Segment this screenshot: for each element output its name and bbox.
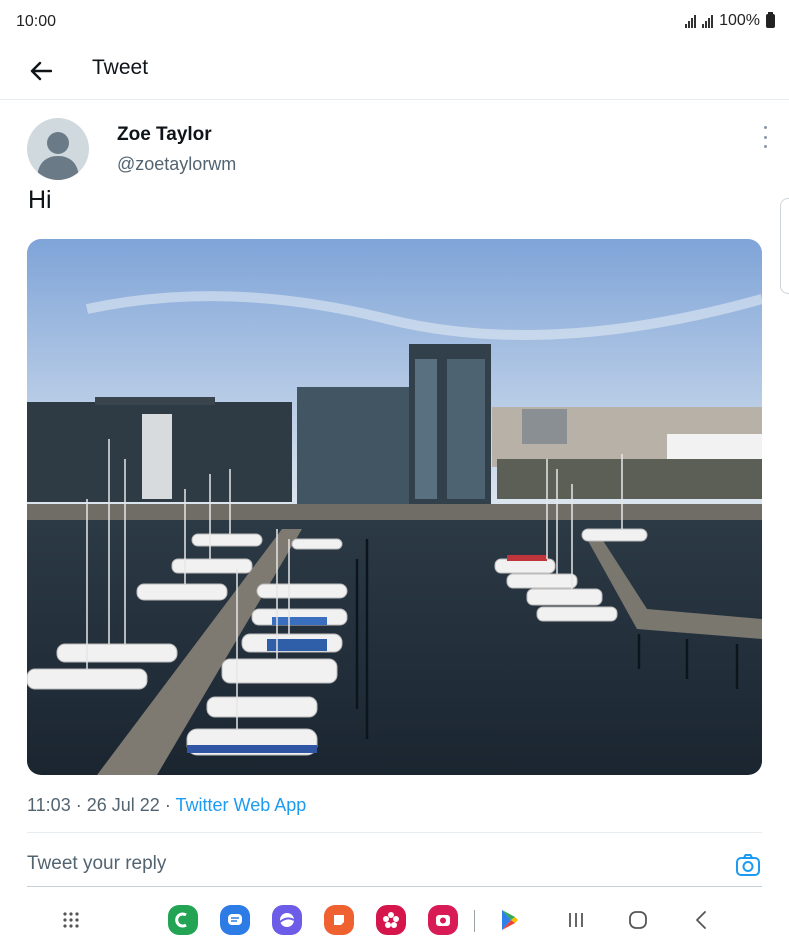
status-time: 10:00: [16, 13, 57, 30]
status-icons: 100%: [685, 12, 775, 30]
tweet-date: 26 Jul 22: [86, 795, 160, 815]
meta-separator-2: ·: [164, 795, 171, 815]
chevron-left-icon: [696, 911, 706, 929]
more-options-button[interactable]: [756, 126, 774, 148]
edge-panel-handle[interactable]: [780, 198, 789, 294]
battery-percent: 100%: [719, 12, 760, 29]
page-title: Tweet: [92, 56, 149, 79]
internet-app-icon[interactable]: [272, 905, 302, 935]
tweet-source-link[interactable]: Twitter Web App: [176, 795, 307, 815]
avatar[interactable]: [27, 118, 89, 180]
tweet-text: Hi: [28, 186, 52, 214]
tweet-meta: 11:03 · 26 Jul 22 · Twitter Web App: [27, 795, 306, 816]
status-bar: 10:00 100%: [0, 0, 789, 44]
camera-icon: [736, 854, 760, 876]
author-name[interactable]: Zoe Taylor: [117, 124, 212, 146]
app-drawer-button[interactable]: [56, 905, 86, 935]
phone-app-icon[interactable]: [168, 905, 198, 935]
harbour-photo: [27, 239, 762, 775]
camera-app-icon[interactable]: [428, 905, 458, 935]
system-nav-bar: [0, 892, 789, 948]
back-button[interactable]: [22, 52, 60, 90]
camera-button[interactable]: [734, 851, 762, 879]
blossom-app-icon[interactable]: [376, 905, 406, 935]
divider: [27, 832, 762, 833]
battery-icon: [766, 12, 775, 28]
recent-apps-button[interactable]: [561, 905, 591, 935]
system-back-button[interactable]: [686, 905, 716, 935]
tweet-time: 11:03: [27, 795, 71, 815]
default-avatar-icon: [37, 132, 79, 180]
signal-icon-2: [702, 14, 714, 28]
play-store-app-icon[interactable]: [494, 905, 524, 935]
reply-underline: [27, 886, 762, 887]
author-handle[interactable]: @zoetaylorwm: [117, 154, 236, 175]
app-drawer-icon: [63, 912, 79, 928]
dock-divider: [474, 910, 475, 932]
tweet-media-image[interactable]: [27, 239, 762, 775]
reply-input[interactable]: Tweet your reply: [27, 853, 166, 875]
back-arrow-icon: [30, 61, 52, 81]
meta-separator: ·: [75, 795, 82, 815]
app-bar: Tweet: [0, 44, 789, 100]
signal-icon: [685, 14, 697, 28]
notes-app-icon[interactable]: [324, 905, 354, 935]
recent-apps-icon: [569, 913, 583, 927]
home-button[interactable]: [623, 905, 653, 935]
messages-app-icon[interactable]: [220, 905, 250, 935]
home-icon: [629, 911, 647, 929]
